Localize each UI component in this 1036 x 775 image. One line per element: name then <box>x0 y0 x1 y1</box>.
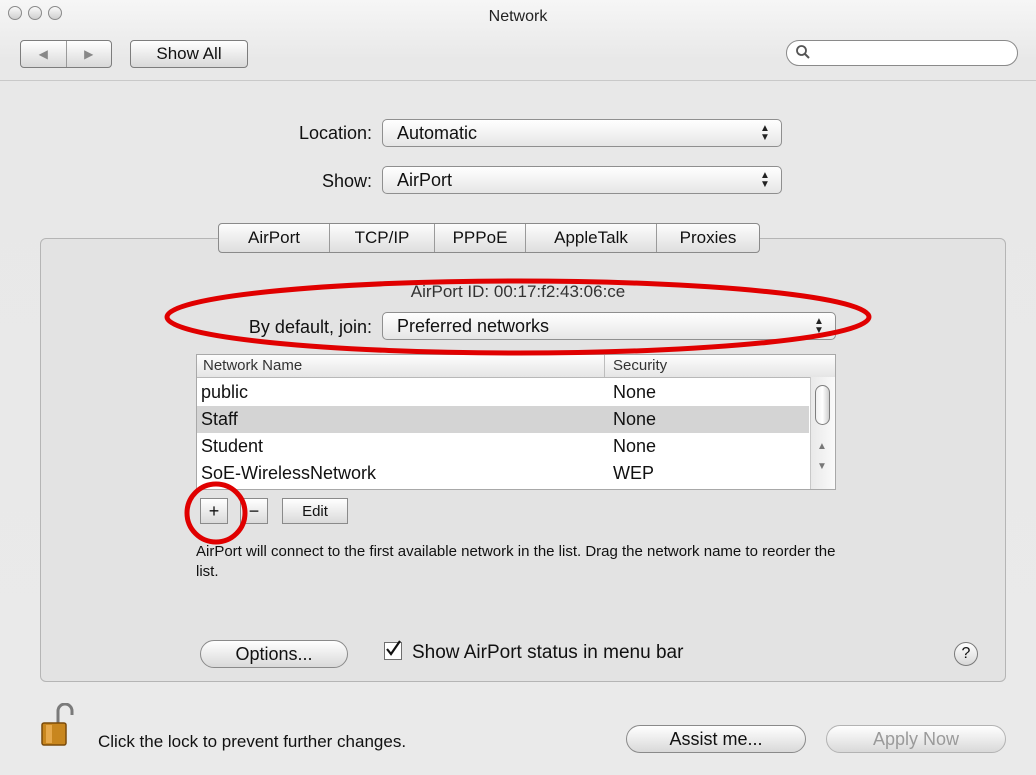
scroll-down-arrow-icon[interactable]: ▼ <box>817 461 827 472</box>
tab-bar: AirPort TCP/IP PPPoE AppleTalk Proxies <box>218 223 760 253</box>
add-network-button[interactable]: + <box>200 498 228 524</box>
assist-me-button[interactable]: Assist me... <box>626 725 806 753</box>
show-all-button[interactable]: Show All <box>130 40 248 68</box>
search-field[interactable] <box>786 40 1018 66</box>
table-row[interactable]: public None <box>197 379 809 406</box>
lock-message: Click the lock to prevent further change… <box>98 732 407 751</box>
location-popup[interactable]: Automatic ▲ ▼ <box>382 119 782 147</box>
show-label: Show: <box>321 171 372 191</box>
popup-arrows-icon: ▲ ▼ <box>760 123 770 143</box>
column-divider <box>604 355 605 377</box>
airport-id: AirPort ID: 00:17:f2:43:06:ce <box>410 282 626 301</box>
checkmark-icon <box>386 640 401 656</box>
default-join-popup[interactable]: Preferred networks ▲ ▼ <box>382 312 836 340</box>
back-forward-control: ◀ ▶ <box>20 40 112 68</box>
scrollbar-thumb[interactable] <box>815 385 830 425</box>
popup-arrows-icon: ▲ ▼ <box>814 316 824 336</box>
window-title: Network <box>488 8 548 25</box>
reorder-hint: AirPort will connect to the first availa… <box>196 543 836 580</box>
toolbar-divider <box>0 80 1036 81</box>
back-button[interactable]: ◀ <box>21 41 66 67</box>
preferred-networks-table: Network Name Security public None Staff … <box>196 354 836 490</box>
back-arrow-icon: ◀ <box>38 47 48 61</box>
forward-button[interactable]: ▶ <box>65 41 112 67</box>
default-join-label: By default, join: <box>248 317 372 337</box>
tab-appletalk[interactable]: AppleTalk <box>525 224 656 252</box>
network-security: None <box>613 409 657 429</box>
network-security: None <box>613 436 657 456</box>
column-header-security[interactable]: Security <box>613 357 667 374</box>
table-header: Network Name Security <box>197 355 835 378</box>
table-scrollbar[interactable]: ▲ ▼ <box>810 377 835 489</box>
show-status-label[interactable]: Show AirPort status in menu bar <box>412 642 683 664</box>
remove-network-button[interactable]: − <box>240 498 268 524</box>
table-row[interactable]: SoE-WirelessNetwork WEP <box>197 460 809 487</box>
network-window: Network ◀ ▶ Show All Location: Automatic… <box>0 0 1036 775</box>
tab-tcpip[interactable]: TCP/IP <box>329 224 434 252</box>
network-security: WEP <box>613 463 655 483</box>
apply-now-button[interactable]: Apply Now <box>826 725 1006 753</box>
column-header-network-name[interactable]: Network Name <box>203 357 302 374</box>
popup-arrows-icon: ▲ ▼ <box>760 170 770 190</box>
forward-arrow-icon: ▶ <box>84 47 94 61</box>
lock-icon[interactable] <box>38 703 76 749</box>
network-name: Student <box>201 436 264 456</box>
tab-proxies[interactable]: Proxies <box>656 224 759 252</box>
options-button[interactable]: Options... <box>200 640 348 668</box>
tab-airport[interactable]: AirPort <box>219 224 329 252</box>
edit-network-button[interactable]: Edit <box>282 498 348 524</box>
show-value: AirPort <box>397 169 453 190</box>
tab-pppoe[interactable]: PPPoE <box>434 224 525 252</box>
search-icon <box>796 45 810 59</box>
network-name: SoE-WirelessNetwork <box>201 463 377 483</box>
table-row-selected[interactable]: Staff None <box>197 406 809 433</box>
location-value: Automatic <box>397 122 478 143</box>
network-name: public <box>201 382 249 402</box>
show-popup[interactable]: AirPort ▲ ▼ <box>382 166 782 194</box>
network-security: None <box>613 382 657 402</box>
show-status-checkbox[interactable] <box>384 640 402 660</box>
network-name: Staff <box>201 409 238 429</box>
scroll-up-arrow-icon[interactable]: ▲ <box>817 441 827 452</box>
location-label: Location: <box>298 123 372 143</box>
default-join-value: Preferred networks <box>397 315 550 336</box>
title-bar: Network <box>0 0 1036 28</box>
table-row[interactable]: Student None <box>197 433 809 460</box>
help-button[interactable]: ? <box>954 642 978 666</box>
